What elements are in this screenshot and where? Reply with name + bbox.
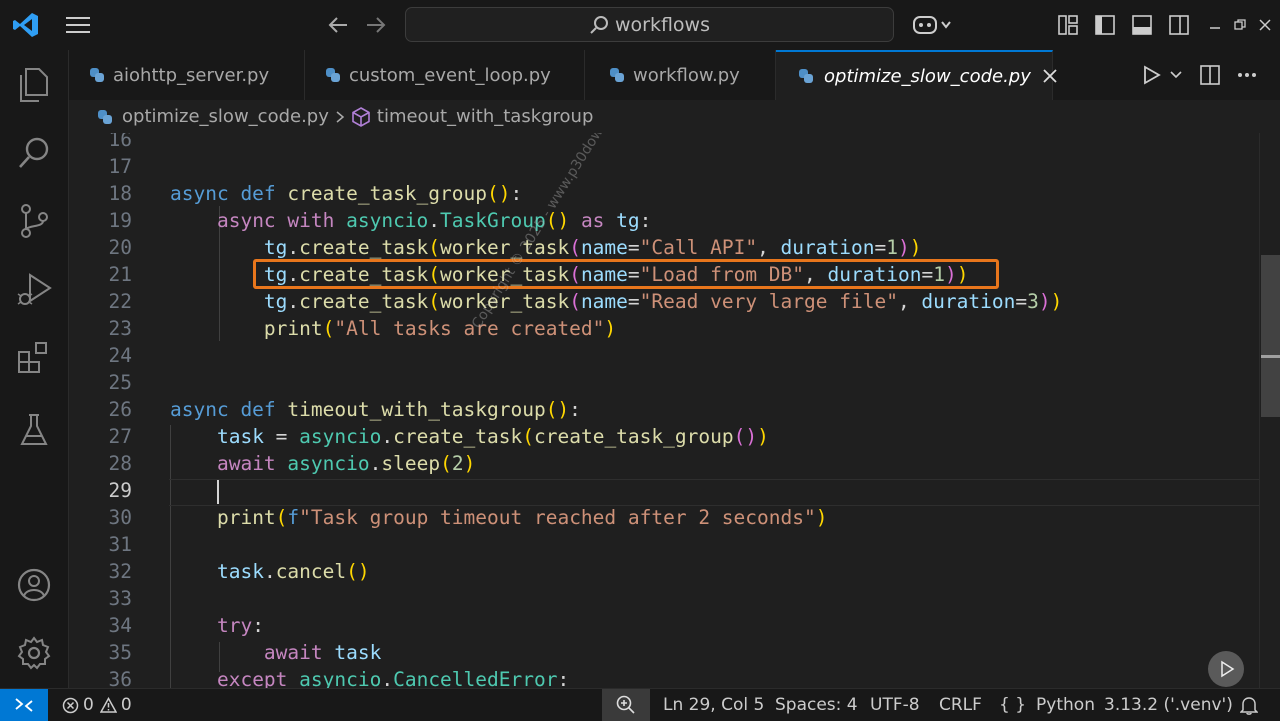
language-mode[interactable]: { } Python — [999, 689, 1095, 721]
tab-workflow[interactable]: workflow.py — [585, 50, 776, 100]
title-bar: workflows — [0, 0, 1280, 50]
code-line: 18 async def create_task_group(): — [108, 182, 523, 205]
tab-aiohttp-server[interactable]: aiohttp_server.py — [69, 50, 305, 100]
account-icon[interactable] — [0, 557, 68, 613]
tab-label: custom_event_loop.py — [349, 64, 551, 86]
code-line: 29 — [69, 477, 1259, 504]
run-python-file-icon[interactable] — [1139, 60, 1165, 90]
menu-icon[interactable] — [62, 10, 94, 40]
video-play-icon[interactable] — [1208, 651, 1244, 687]
indentation-setting[interactable]: Spaces: 4 — [775, 689, 858, 721]
code-line: 33 — [108, 587, 132, 610]
status-bar: 0 0 Ln 29, Col 5 Spaces: 4 UTF-8 CRLF { … — [0, 688, 1280, 721]
close-tab-icon[interactable] — [1043, 69, 1057, 83]
code-line: 30 print(f"Task group timeout reached af… — [108, 506, 828, 529]
code-line: 36 except asyncio.CancelledError: — [108, 668, 570, 688]
source-control-icon[interactable] — [0, 193, 68, 249]
search-icon — [589, 15, 609, 35]
chevron-right-icon — [335, 110, 345, 124]
notifications-bell-icon[interactable] — [1238, 689, 1260, 721]
python-file-icon — [89, 67, 105, 83]
toggle-panel-icon[interactable] — [1128, 10, 1156, 40]
encoding-setting[interactable]: UTF-8 — [870, 689, 920, 721]
back-arrow-icon[interactable] — [322, 10, 354, 40]
breadcrumb-file[interactable]: optimize_slow_code.py — [122, 106, 329, 127]
symbol-method-icon — [351, 106, 371, 127]
highlight-box — [253, 259, 999, 289]
toggle-primary-sidebar-icon[interactable] — [1091, 10, 1119, 40]
code-line: 26 async def timeout_with_taskgroup(): — [108, 398, 581, 421]
editor-tabs: aiohttp_server.py custom_event_loop.py w… — [69, 50, 1280, 100]
more-actions-icon[interactable] — [1233, 60, 1261, 90]
customize-layout-icon[interactable] — [1054, 10, 1082, 40]
minimize-icon[interactable] — [1204, 10, 1226, 40]
vertical-scrollbar[interactable] — [1259, 133, 1280, 688]
end-of-line-setting[interactable]: CRLF — [939, 689, 982, 721]
activity-bar — [0, 50, 69, 688]
python-file-icon — [325, 67, 341, 83]
tab-label: workflow.py — [633, 64, 740, 86]
run-and-debug-icon[interactable] — [0, 262, 68, 318]
code-line: 24 — [108, 344, 132, 367]
tab-label: aiohttp_server.py — [113, 64, 270, 86]
forward-arrow-icon[interactable] — [360, 10, 392, 40]
search-text: workflows — [614, 13, 710, 36]
command-center-search[interactable]: workflows — [405, 7, 894, 42]
testing-icon[interactable] — [0, 402, 68, 458]
manage-gear-icon[interactable] — [0, 625, 68, 681]
error-icon — [62, 697, 79, 714]
code-line: 31 — [108, 533, 132, 556]
cursor-position[interactable]: Ln 29, Col 5 — [663, 689, 764, 721]
code-line: 35 await task — [108, 641, 382, 664]
python-file-icon — [97, 109, 113, 125]
breadcrumb-symbol[interactable]: timeout_with_taskgroup — [377, 106, 594, 127]
braces-icon: { } — [999, 695, 1027, 715]
warning-count: 0 — [120, 695, 132, 715]
extensions-icon[interactable] — [0, 330, 68, 386]
copilot-icon[interactable] — [910, 10, 956, 40]
code-line: 19 async with asyncio.TaskGroup() as tg: — [108, 209, 652, 232]
scrollbar-cursor-marker — [1261, 355, 1280, 358]
code-editor[interactable]: 16 17 18 async def create_task_group(): 1… — [69, 133, 1280, 688]
code-line: 27 task = asyncio.create_task(create_tas… — [108, 425, 769, 448]
language-label: Python — [1036, 695, 1095, 715]
code-line: 16 — [108, 133, 132, 151]
remote-icon — [14, 697, 34, 713]
code-line: 32 task.cancel() — [108, 560, 370, 583]
tab-label: optimize_slow_code.py — [824, 65, 1031, 87]
code-line: 22 tg.create_task(worker_task(name="Read… — [108, 290, 1063, 313]
python-file-icon — [798, 68, 814, 84]
zoom-indicator[interactable] — [602, 689, 650, 721]
split-editor-icon[interactable] — [1196, 60, 1224, 90]
breadcrumb: optimize_slow_code.py timeout_with_taskg… — [69, 100, 1280, 133]
toggle-secondary-sidebar-icon[interactable] — [1165, 10, 1193, 40]
warning-icon — [99, 697, 117, 713]
error-count: 0 — [83, 695, 94, 715]
tab-optimize-slow-code[interactable]: optimize_slow_code.py — [776, 50, 1057, 100]
code-line: 20 tg.create_task(worker_task(name="Call… — [108, 236, 922, 259]
scrollbar-thumb[interactable] — [1261, 255, 1280, 417]
python-file-icon — [609, 67, 625, 83]
restore-icon[interactable] — [1229, 10, 1251, 40]
tab-custom-event-loop[interactable]: custom_event_loop.py — [305, 50, 585, 100]
python-interpreter[interactable]: 3.13.2 ('.venv') — [1104, 689, 1233, 721]
code-line: 23 print("All tasks are created") — [108, 317, 617, 340]
code-line: 25 — [108, 371, 132, 394]
vscode-logo-icon[interactable] — [10, 10, 42, 40]
code-line: 17 — [108, 155, 132, 178]
run-dropdown-chevron-icon[interactable] — [1166, 60, 1186, 90]
search-sidebar-icon[interactable] — [0, 125, 68, 181]
zoom-in-icon — [616, 695, 636, 715]
explorer-icon[interactable] — [0, 57, 68, 113]
text-cursor — [216, 479, 219, 504]
code-line: 34 try: — [108, 614, 264, 637]
problems-indicator[interactable]: 0 0 — [62, 689, 132, 721]
code-line: 28 await asyncio.sleep(2) — [108, 452, 476, 475]
close-window-icon[interactable] — [1254, 10, 1276, 40]
remote-indicator[interactable] — [0, 689, 48, 721]
